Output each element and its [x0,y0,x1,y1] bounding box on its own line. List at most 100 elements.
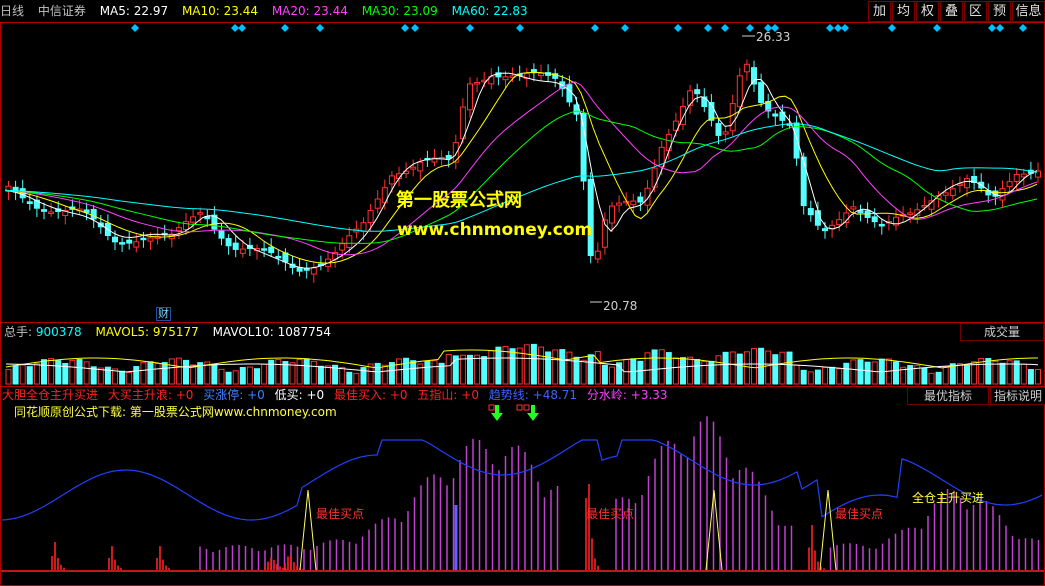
best-indicator-button[interactable]: 最优指标 [907,387,989,405]
signal-diamond [316,24,324,32]
volume-bar [488,350,495,385]
volume-bar [814,369,821,385]
volume-bar [1035,369,1041,385]
indicator-item: 大胆全仓主升买进 [2,388,99,402]
candle [836,219,843,226]
candle [296,267,303,272]
candle [374,198,381,209]
candle [310,267,317,275]
volume-bar [864,361,871,385]
volume-bar [722,351,729,385]
signal-diamond [516,24,524,32]
signal-diamond [411,24,419,32]
volume-bar [183,359,189,385]
candle [715,123,722,136]
volume-bar [992,360,999,385]
candle [964,178,970,189]
candle [1013,173,1020,183]
candle [538,72,544,77]
volume-bar [474,354,481,385]
volume-bar [19,364,26,385]
volume-bar [41,359,47,385]
volume-bar [538,346,544,385]
candle [665,133,672,152]
volume-bar [225,371,232,385]
volume-bar [246,366,253,385]
volume-bar [680,357,686,385]
candle [743,63,750,73]
volume-bar [587,354,594,385]
signal-diamond [933,24,941,32]
mavol10: MAVOL10: 1087754 [212,325,332,339]
chart-canvas[interactable] [0,0,1045,586]
candle [594,250,601,260]
volume-bar [424,360,431,385]
volume-bar [12,365,19,385]
signal-diamond [704,24,712,32]
volume-bar [1027,369,1034,385]
candle [772,113,779,117]
candle [190,216,197,223]
volume-bar [261,363,268,385]
candle [878,223,885,227]
volume-bar [83,361,90,385]
watermark-title: 第一股票公式网 [396,190,522,211]
volume-bar [339,366,346,385]
indicator-item: 最佳买入: +0 [334,388,408,402]
candle [729,103,736,132]
volume-tab[interactable]: 成交量 [960,323,1044,341]
volume-bar [857,359,864,385]
candle [580,112,587,182]
candle [758,82,765,103]
signal-diamond [1019,24,1027,32]
candle [133,241,140,248]
best-buy-label: 最佳买点 [316,507,365,521]
volume-bar [147,361,154,385]
signal-diamond [826,24,834,32]
volume-bar [140,362,147,385]
signal-diamond [238,24,246,32]
volume-bar [1020,363,1027,385]
signal-marker [516,404,523,411]
signal-arrow-icon [491,405,503,421]
candle [630,200,637,206]
indicator-item: 分水岭: +3.33 [586,388,668,402]
volume-bar [672,357,679,385]
indicator-title: 同花顺原创公式下载: 第一股票公式网www.chnmoney.com [14,405,337,419]
candle [367,209,374,224]
candle [467,83,473,111]
volume-bar [765,350,772,385]
indicator-help-button[interactable]: 指标说明 [990,387,1045,405]
volume-bar [310,360,317,385]
finance-tag[interactable]: 财 [156,307,171,321]
volume-bar [33,363,40,385]
volume-total: 总手: 900378 [4,325,82,339]
volume-bar [942,366,949,385]
candle [175,227,182,232]
signal-diamond [988,24,996,32]
volume-bar [736,353,743,385]
candle [261,248,268,251]
indicator-item: 趋势线: +48.71 [488,388,578,402]
best-buy-label: 最佳买点 [835,507,884,521]
signal-marker [523,404,530,411]
indicator-item: 大买主升浪: +0 [107,388,194,402]
volume-bar [999,362,1006,385]
candle [112,236,118,243]
volume-bar [69,359,76,385]
volume-bar [836,368,843,385]
signal-diamond [746,24,754,32]
candle [225,238,232,247]
chart-border [0,22,1045,586]
volume-bar [921,367,928,385]
candle [445,155,452,159]
candle [502,76,509,81]
signal-diamond [996,24,1004,32]
candle [239,248,246,254]
buy-spike [819,489,837,571]
high-price-label: 26.33 [756,30,791,44]
volume-bar [175,357,182,385]
volume-bar [637,360,644,385]
volume-bar [743,351,750,385]
volume-bar [907,365,914,385]
